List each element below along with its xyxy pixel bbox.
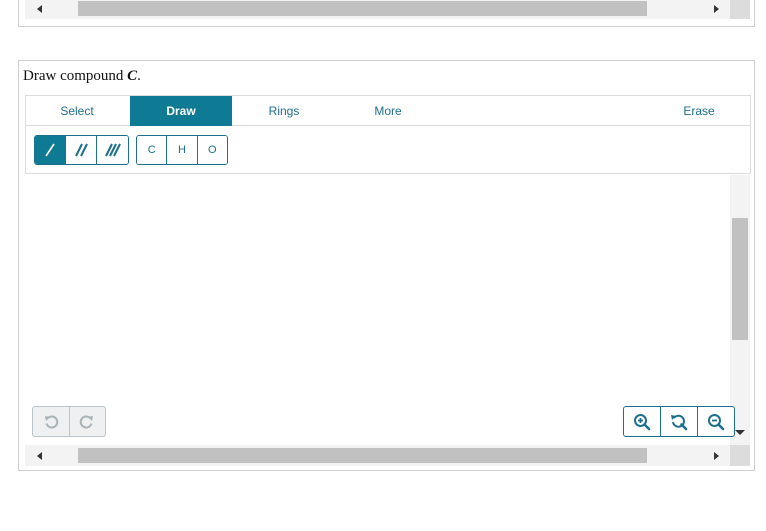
scrollbar-thumb[interactable] bbox=[78, 448, 647, 463]
triple-bond-button[interactable] bbox=[97, 136, 128, 164]
previous-editor-frame bbox=[18, 0, 755, 27]
atom-hydrogen-button[interactable]: H bbox=[167, 136, 198, 164]
undo-button[interactable] bbox=[33, 407, 70, 436]
undo-icon bbox=[44, 415, 59, 428]
vertical-scrollbar-thumb[interactable] bbox=[732, 218, 748, 340]
question-frame: Draw compound C. Select Draw Rings More … bbox=[18, 60, 755, 471]
scroll-left-arrow-icon[interactable] bbox=[31, 0, 47, 19]
zoom-out-button[interactable] bbox=[698, 407, 734, 436]
tab-select[interactable]: Select bbox=[26, 96, 128, 126]
question-prompt: Draw compound C. bbox=[23, 68, 141, 85]
tool-tabs: Select Draw Rings More Erase bbox=[26, 96, 750, 126]
double-bond-icon bbox=[75, 143, 88, 157]
prompt-text: Draw compound bbox=[23, 68, 128, 84]
compound-label: C bbox=[127, 68, 138, 84]
tab-draw[interactable]: Draw bbox=[130, 96, 232, 126]
atom-carbon-button[interactable]: C bbox=[137, 136, 168, 164]
tab-erase[interactable]: Erase bbox=[648, 96, 750, 126]
scroll-down-arrow-icon[interactable] bbox=[735, 430, 745, 435]
single-bond-icon bbox=[45, 143, 55, 157]
single-bond-button[interactable] bbox=[35, 136, 66, 164]
drawing-toolbar: Select Draw Rings More Erase C H O bbox=[25, 95, 751, 174]
triple-bond-icon bbox=[104, 143, 121, 157]
double-bond-button[interactable] bbox=[66, 136, 97, 164]
previous-horizontal-scrollbar[interactable] bbox=[25, 0, 730, 19]
prompt-period: . bbox=[137, 68, 141, 84]
zoom-in-icon bbox=[634, 413, 651, 430]
scroll-right-arrow-icon[interactable] bbox=[708, 445, 724, 466]
tab-more[interactable]: More bbox=[337, 96, 439, 126]
scroll-right-arrow-icon[interactable] bbox=[708, 0, 724, 19]
atom-tool-group: C H O bbox=[136, 135, 228, 165]
scrollbar-thumb[interactable] bbox=[78, 1, 647, 16]
atom-oxygen-button[interactable]: O bbox=[197, 136, 227, 164]
canvas-horizontal-scrollbar[interactable] bbox=[25, 445, 730, 466]
zoom-in-button[interactable] bbox=[624, 407, 661, 436]
zoom-reset-button[interactable] bbox=[661, 407, 698, 436]
zoom-reset-icon bbox=[671, 414, 688, 430]
scrollbar-corner bbox=[730, 0, 750, 19]
scroll-left-arrow-icon[interactable] bbox=[31, 445, 47, 466]
history-tool-group bbox=[32, 406, 106, 437]
redo-icon bbox=[79, 415, 94, 428]
tab-rings[interactable]: Rings bbox=[233, 96, 335, 126]
bond-tool-group bbox=[34, 135, 129, 165]
zoom-tool-group bbox=[623, 406, 735, 437]
redo-button[interactable] bbox=[70, 407, 106, 436]
zoom-out-icon bbox=[708, 413, 725, 430]
scrollbar-corner bbox=[730, 445, 750, 466]
